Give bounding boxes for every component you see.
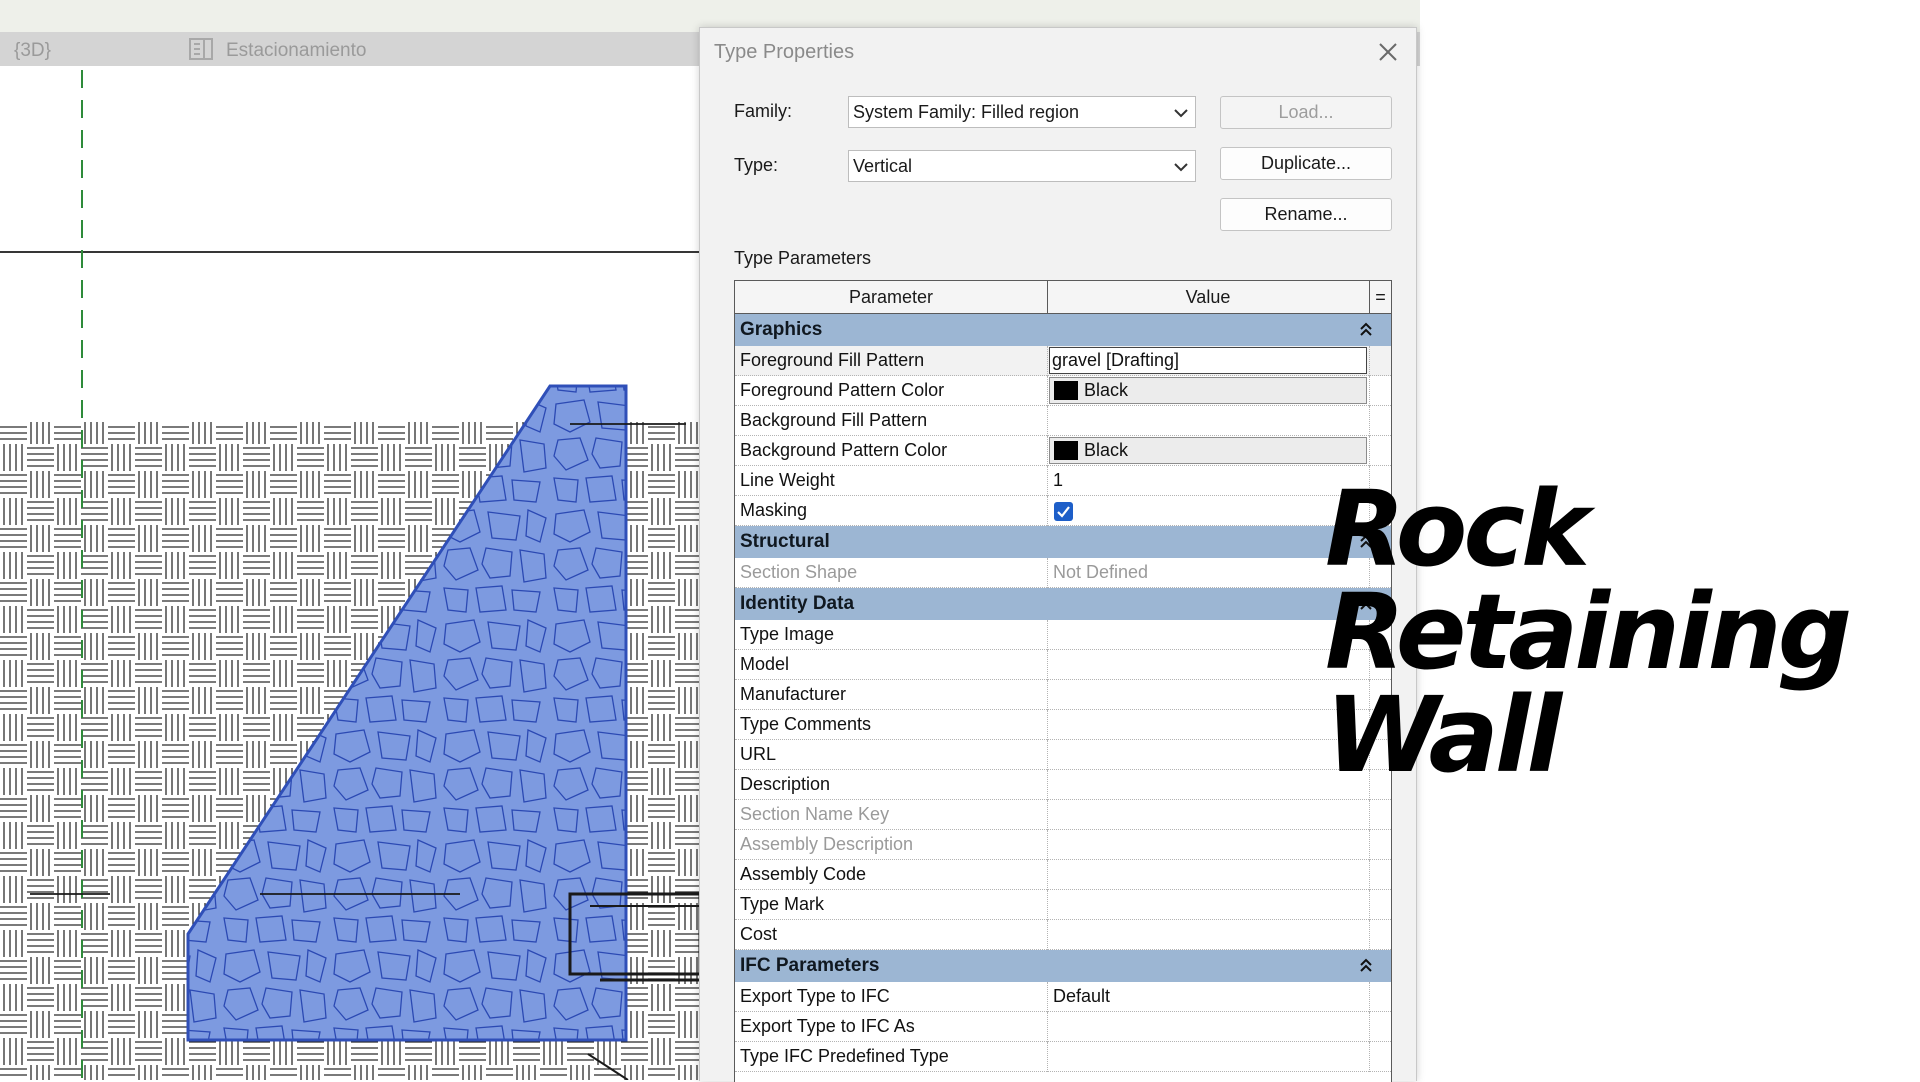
family-dropdown[interactable]: System Family: Filled region bbox=[848, 96, 1196, 128]
masking-checkbox[interactable] bbox=[1054, 502, 1073, 521]
family-label: Family: bbox=[734, 101, 792, 121]
param-row-line-weight[interactable]: Line Weight 1 bbox=[735, 466, 1391, 496]
param-row-type-ifc-predefined-type[interactable]: Type IFC Predefined Type bbox=[735, 1042, 1391, 1072]
formula-column-header[interactable]: = bbox=[1369, 281, 1391, 313]
param-row-model[interactable]: Model bbox=[735, 650, 1391, 680]
group-identity-data[interactable]: Identity Data bbox=[735, 588, 1391, 620]
param-row-masking[interactable]: Masking bbox=[735, 496, 1391, 526]
color-swatch bbox=[1054, 441, 1078, 460]
grid-header: Parameter Value = bbox=[735, 281, 1391, 314]
duplicate-button[interactable]: Duplicate... bbox=[1220, 147, 1392, 180]
type-parameters-caption: Type Parameters bbox=[734, 248, 872, 268]
collapse-icon[interactable] bbox=[1359, 322, 1373, 338]
overlay-title: Rock Retaining Wall bbox=[1325, 468, 1885, 796]
param-row-section-name-key: Section Name Key bbox=[735, 800, 1391, 830]
param-row-type-mark[interactable]: Type Mark bbox=[735, 890, 1391, 920]
param-row-assembly-code[interactable]: Assembly Code bbox=[735, 860, 1391, 890]
rename-button[interactable]: Rename... bbox=[1220, 198, 1392, 231]
param-row-type-image[interactable]: Type Image bbox=[735, 620, 1391, 650]
background-color-button[interactable]: Black bbox=[1049, 437, 1367, 464]
tab-estacionamiento[interactable]: Estacionamiento bbox=[226, 32, 366, 66]
overlay-title-line: Retaining bbox=[1325, 571, 1852, 693]
group-ifc-parameters[interactable]: IFC Parameters bbox=[735, 950, 1391, 982]
param-row-url[interactable]: URL bbox=[735, 740, 1391, 770]
load-button[interactable]: Load... bbox=[1220, 96, 1392, 129]
group-structural[interactable]: Structural bbox=[735, 526, 1391, 558]
overlay-title-line: Rock bbox=[1325, 468, 1590, 590]
type-properties-dialog: Type Properties Family: System Family: F… bbox=[699, 27, 1417, 1082]
param-row-cost[interactable]: Cost bbox=[735, 920, 1391, 950]
type-label: Type: bbox=[734, 155, 779, 175]
param-row-section-shape: Section Shape Not Defined bbox=[735, 558, 1391, 588]
type-value: Vertical bbox=[853, 156, 913, 176]
type-dropdown[interactable]: Vertical bbox=[848, 150, 1196, 182]
chevron-down-icon bbox=[1174, 109, 1188, 118]
tab-3d-view[interactable]: {3D} bbox=[14, 32, 51, 66]
param-row-manufacturer[interactable]: Manufacturer bbox=[735, 680, 1391, 710]
dialog-title: Type Properties bbox=[714, 41, 855, 63]
param-row-background-fill-pattern[interactable]: Background Fill Pattern bbox=[735, 406, 1391, 436]
parameter-column-header[interactable]: Parameter bbox=[735, 281, 1048, 313]
overlay-title-line: Wall bbox=[1325, 674, 1562, 796]
collapse-icon[interactable] bbox=[1359, 958, 1373, 974]
param-row-type-comments[interactable]: Type Comments bbox=[735, 710, 1391, 740]
close-icon[interactable] bbox=[1374, 38, 1402, 66]
param-row-background-pattern-color[interactable]: Background Pattern Color Black bbox=[735, 436, 1391, 466]
type-parameters-grid: Parameter Value = Graphics Foreground Fi… bbox=[734, 280, 1392, 1082]
foreground-color-button[interactable]: Black bbox=[1049, 377, 1367, 404]
color-swatch bbox=[1054, 381, 1078, 400]
param-row-assembly-description: Assembly Description bbox=[735, 830, 1391, 860]
param-row-foreground-pattern-color[interactable]: Foreground Pattern Color Black bbox=[735, 376, 1391, 406]
value-column-header[interactable]: Value bbox=[1048, 281, 1368, 313]
param-row-export-type-to-ifc[interactable]: Export Type to IFC Default bbox=[735, 982, 1391, 1012]
foreground-fill-pattern-value[interactable]: gravel [Drafting] bbox=[1049, 347, 1367, 374]
chevron-down-icon bbox=[1174, 163, 1188, 172]
param-row-foreground-fill-pattern[interactable]: Foreground Fill Pattern gravel [Drafting… bbox=[735, 346, 1391, 376]
sheet-view-icon bbox=[189, 38, 213, 60]
param-row-description[interactable]: Description bbox=[735, 770, 1391, 800]
family-value: System Family: Filled region bbox=[853, 102, 1080, 122]
param-row-export-type-to-ifc-as[interactable]: Export Type to IFC As bbox=[735, 1012, 1391, 1042]
group-graphics[interactable]: Graphics bbox=[735, 314, 1391, 346]
